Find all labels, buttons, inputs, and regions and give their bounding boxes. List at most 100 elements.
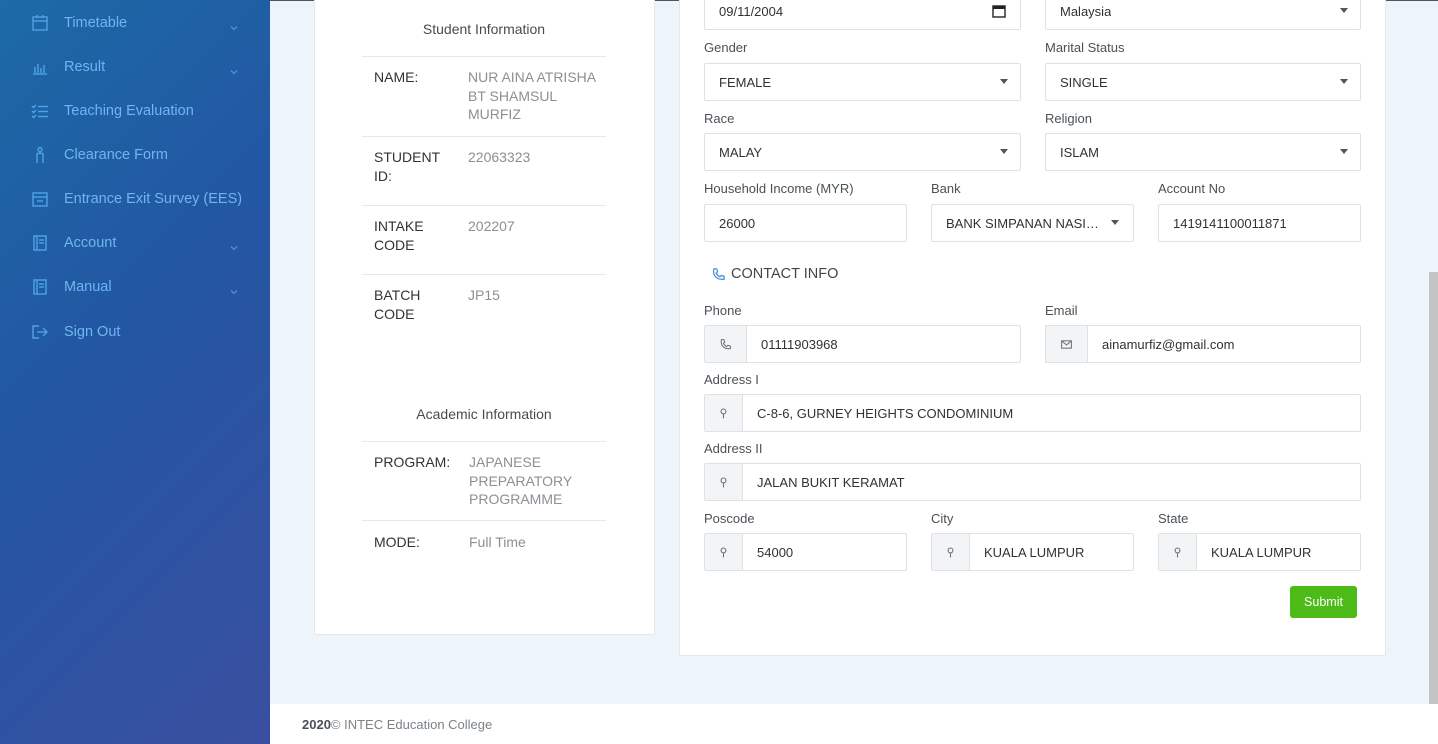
race-select[interactable]: MALAY bbox=[704, 133, 1021, 171]
address-1-value: C-8-6, GURNEY HEIGHTS CONDOMINIUM bbox=[757, 405, 1014, 421]
info-value: 202207 bbox=[468, 218, 515, 234]
sidebar-item-label: Entrance Exit Survey (EES) bbox=[64, 191, 243, 207]
info-row-program: PROGRAM: JAPANESE PREPARATORY PROGRAMME bbox=[362, 441, 606, 520]
account-no-input[interactable]: 1419141100011871 bbox=[1158, 204, 1361, 242]
address-1-label: Address I bbox=[704, 372, 759, 387]
chevron-down-icon bbox=[230, 63, 238, 75]
religion-select[interactable]: ISLAM bbox=[1045, 133, 1361, 171]
footer: 2020 © INTEC Education College bbox=[270, 704, 1438, 744]
info-value: 22063323 bbox=[468, 149, 531, 165]
submit-button[interactable]: Submit bbox=[1290, 586, 1357, 618]
footer-year: 2020 bbox=[302, 716, 331, 732]
bank-label: Bank bbox=[931, 181, 961, 196]
info-key: BATCH CODE bbox=[374, 287, 421, 322]
poscode-input[interactable]: 54000 bbox=[704, 533, 907, 571]
chevron-down-icon bbox=[230, 19, 238, 31]
sidebar-item-result[interactable]: Result bbox=[0, 47, 270, 87]
info-value: Full Time bbox=[469, 534, 526, 550]
footer-text: © INTEC Education College bbox=[330, 716, 493, 732]
bar-chart-icon bbox=[31, 58, 49, 76]
poscode-label: Poscode bbox=[704, 511, 755, 526]
city-label: City bbox=[931, 511, 954, 526]
calendar-icon bbox=[31, 14, 49, 32]
email-label: Email bbox=[1045, 303, 1078, 318]
email-value: ainamurfiz@gmail.com bbox=[1102, 336, 1235, 352]
date-of-birth-value: 09/11/2004 bbox=[719, 3, 784, 19]
info-row-name: NAME: NUR AINA ATRISHA BT SHAMSUL MURFIZ bbox=[362, 56, 606, 136]
info-value: JAPANESE PREPARATORY PROGRAMME bbox=[469, 454, 572, 507]
info-row-batch-code: BATCH CODE JP15 bbox=[362, 274, 606, 344]
map-pin-icon bbox=[705, 464, 743, 500]
state-label: State bbox=[1158, 511, 1189, 526]
marital-status-label: Marital Status bbox=[1045, 40, 1125, 55]
contact-info-title: CONTACT INFO bbox=[731, 266, 839, 282]
state-input[interactable]: KUALA LUMPUR bbox=[1158, 533, 1361, 571]
phone-value: 01111903968 bbox=[761, 336, 838, 352]
phone-input[interactable]: 01111903968 bbox=[704, 325, 1021, 363]
caret-down-icon bbox=[1111, 220, 1119, 225]
info-key: NAME: bbox=[374, 69, 419, 85]
academic-info-title: Academic Information bbox=[416, 406, 552, 422]
gender-label: Gender bbox=[704, 40, 748, 55]
map-pin-icon bbox=[705, 395, 743, 431]
sidebar-item-clearance-form[interactable]: Clearance Form bbox=[0, 135, 270, 175]
bank-select[interactable]: BANK SIMPANAN NASIONAL bbox=[931, 204, 1134, 242]
info-row-intake-code: INTAKE CODE 202207 bbox=[362, 205, 606, 274]
date-of-birth-input[interactable]: 09/11/2004 bbox=[704, 0, 1021, 30]
bank-value: BANK SIMPANAN NASIONAL bbox=[946, 215, 1109, 231]
sidebar-item-sign-out[interactable]: Sign Out bbox=[0, 312, 270, 352]
envelope-icon bbox=[1046, 326, 1088, 362]
student-info-card: Student Information NAME: NUR AINA ATRIS… bbox=[314, 0, 655, 635]
city-input[interactable]: KUALA LUMPUR bbox=[931, 533, 1134, 571]
info-key: PROGRAM: bbox=[374, 454, 451, 470]
state-value: KUALA LUMPUR bbox=[1211, 544, 1312, 560]
sidebar-item-label: Manual bbox=[64, 279, 112, 295]
caret-down-icon bbox=[1000, 79, 1008, 84]
calendar-icon[interactable] bbox=[992, 4, 1006, 18]
caret-down-icon bbox=[1340, 149, 1348, 154]
caret-down-icon bbox=[1000, 149, 1008, 154]
caret-down-icon bbox=[1340, 79, 1348, 84]
book-icon bbox=[31, 278, 49, 296]
sign-out-icon bbox=[31, 323, 49, 341]
marital-status-select[interactable]: SINGLE bbox=[1045, 63, 1361, 101]
info-key: MODE: bbox=[374, 534, 420, 550]
sidebar-item-label: Clearance Form bbox=[64, 147, 168, 163]
sidebar-item-label: Account bbox=[64, 235, 117, 251]
scrollbar[interactable] bbox=[1429, 272, 1438, 704]
sidebar: Timetable Result Teaching Evaluation Cle… bbox=[0, 0, 270, 744]
email-input[interactable]: ainamurfiz@gmail.com bbox=[1045, 325, 1361, 363]
city-value: KUALA LUMPUR bbox=[984, 544, 1085, 560]
info-value: JP15 bbox=[468, 287, 500, 303]
race-label: Race bbox=[704, 111, 735, 126]
student-info-title: Student Information bbox=[422, 21, 546, 37]
address-1-input[interactable]: C-8-6, GURNEY HEIGHTS CONDOMINIUM bbox=[704, 394, 1361, 432]
phone-icon bbox=[705, 326, 747, 362]
sidebar-item-account[interactable]: Account bbox=[0, 223, 270, 263]
address-2-input[interactable]: JALAN BUKIT KERAMAT bbox=[704, 463, 1361, 501]
main-content: Student Information NAME: NUR AINA ATRIS… bbox=[270, 0, 1438, 744]
contact-info-heading: CONTACT INFO bbox=[711, 266, 838, 282]
poscode-value: 54000 bbox=[757, 544, 794, 560]
chevron-down-icon bbox=[230, 239, 238, 251]
gender-select[interactable]: FEMALE bbox=[704, 63, 1021, 101]
sidebar-item-label: Sign Out bbox=[64, 324, 121, 340]
sidebar-item-label: Result bbox=[64, 59, 106, 75]
map-pin-icon bbox=[932, 534, 970, 570]
sidebar-item-timetable[interactable]: Timetable bbox=[0, 3, 270, 43]
nationality-value: Malaysia bbox=[1060, 3, 1112, 19]
info-value: NUR AINA ATRISHA BT SHAMSUL MURFIZ bbox=[468, 69, 596, 122]
sidebar-item-entrance-exit-survey[interactable]: Entrance Exit Survey (EES) bbox=[0, 179, 270, 219]
nationality-select[interactable]: Malaysia bbox=[1045, 0, 1361, 30]
household-income-input[interactable]: 26000 bbox=[704, 204, 907, 242]
marital-status-value: SINGLE bbox=[1060, 74, 1108, 90]
phone-label: Phone bbox=[704, 303, 742, 318]
window-icon bbox=[31, 190, 49, 208]
sidebar-item-teaching-evaluation[interactable]: Teaching Evaluation bbox=[0, 91, 270, 131]
sidebar-item-label: Teaching Evaluation bbox=[64, 103, 194, 119]
sidebar-item-manual[interactable]: Manual bbox=[0, 267, 270, 307]
household-income-value: 26000 bbox=[719, 215, 756, 231]
book-icon bbox=[31, 234, 49, 252]
map-pin-icon bbox=[1159, 534, 1197, 570]
info-row-student-id: STUDENT ID: 22063323 bbox=[362, 136, 606, 205]
